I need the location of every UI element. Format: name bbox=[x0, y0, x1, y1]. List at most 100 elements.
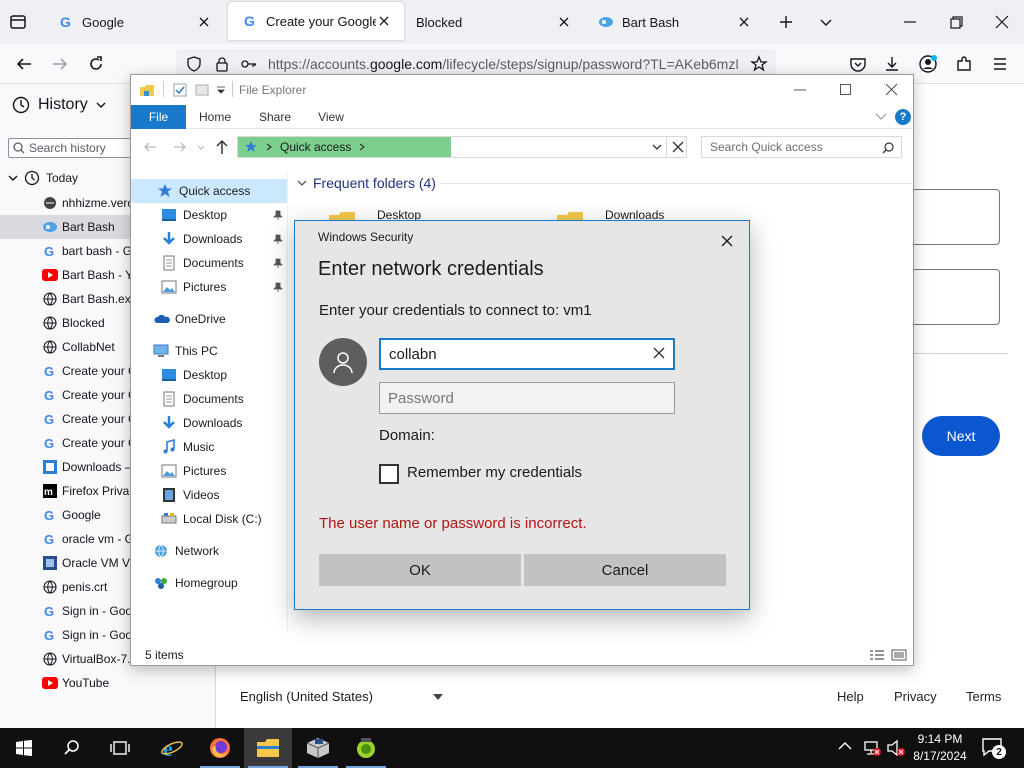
back-arrow-icon[interactable] bbox=[143, 141, 157, 153]
clear-address-x-icon[interactable] bbox=[672, 141, 684, 153]
nav-homegroup[interactable]: Homegroup bbox=[153, 571, 287, 595]
nav-quick-pictures[interactable]: Pictures bbox=[161, 275, 287, 299]
task-view-icon[interactable] bbox=[96, 728, 144, 768]
close-icon[interactable] bbox=[556, 14, 572, 30]
nav-network[interactable]: Network bbox=[153, 539, 287, 563]
reload-icon[interactable] bbox=[84, 52, 108, 76]
tab-bart-bash[interactable]: Bart Bash bbox=[584, 0, 764, 44]
tab-overview-icon[interactable] bbox=[8, 12, 32, 32]
username-input[interactable]: collabn bbox=[379, 338, 675, 370]
taskbar-clock[interactable]: 9:14 PM 8/17/2024 bbox=[905, 731, 975, 765]
file-explorer-taskbar-icon[interactable] bbox=[244, 728, 292, 768]
action-center-icon[interactable]: 2 bbox=[980, 736, 1008, 760]
green-app-icon[interactable] bbox=[342, 728, 390, 768]
nav-pc-downloads[interactable]: Downloads bbox=[161, 411, 287, 435]
list-tabs-chevron-icon[interactable] bbox=[816, 12, 836, 32]
properties-check-icon[interactable] bbox=[173, 83, 187, 97]
large-icons-view-icon[interactable] bbox=[891, 649, 907, 661]
ribbon-tab-file[interactable]: File bbox=[131, 105, 186, 129]
address-breadcrumb[interactable]: Quick access bbox=[238, 137, 451, 157]
tab-create-account[interactable]: G Create your Google Ac bbox=[228, 2, 404, 40]
maximize-icon[interactable] bbox=[839, 83, 853, 97]
history-sidebar-header[interactable]: History bbox=[12, 96, 106, 114]
cancel-button[interactable]: Cancel bbox=[524, 554, 726, 586]
close-icon[interactable] bbox=[885, 83, 899, 97]
virtualbox-icon[interactable] bbox=[294, 728, 342, 768]
nav-pc-desktop[interactable]: Desktop bbox=[161, 363, 287, 387]
explorer-search-input[interactable]: Search Quick access bbox=[701, 136, 902, 158]
nav-pc-videos[interactable]: Videos bbox=[161, 483, 287, 507]
forward-arrow-icon[interactable] bbox=[48, 52, 72, 76]
start-windows-icon[interactable] bbox=[0, 728, 48, 768]
tracking-protection-shield-icon[interactable] bbox=[186, 56, 202, 72]
remember-credentials-checkbox[interactable] bbox=[379, 464, 399, 484]
tab-blocked[interactable]: Blocked bbox=[404, 0, 584, 44]
account-icon[interactable] bbox=[916, 52, 940, 76]
language-selector[interactable]: English (United States) bbox=[240, 689, 443, 704]
nav-pc-music[interactable]: Music bbox=[161, 435, 287, 459]
details-view-icon[interactable] bbox=[869, 649, 885, 661]
minimize-icon[interactable] bbox=[793, 83, 807, 97]
clear-x-icon[interactable] bbox=[653, 347, 665, 359]
history-group-today[interactable]: Today bbox=[8, 170, 78, 186]
quick-access-toolbar-dropdown-icon[interactable] bbox=[216, 86, 226, 94]
new-folder-icon[interactable] bbox=[195, 83, 209, 97]
help-question-icon[interactable]: ? bbox=[895, 109, 911, 125]
bookmark-star-icon[interactable] bbox=[750, 55, 768, 73]
ribbon-tab-share[interactable]: Share bbox=[253, 105, 297, 129]
password-input[interactable]: Password bbox=[379, 382, 675, 414]
nav-quick-documents[interactable]: Documents bbox=[161, 251, 287, 275]
nav-quick-desktop[interactable]: Desktop bbox=[161, 203, 287, 227]
pin-icon[interactable] bbox=[273, 234, 283, 244]
pin-icon[interactable] bbox=[273, 258, 283, 268]
new-tab-plus-icon[interactable] bbox=[776, 12, 796, 32]
history-item[interactable]: YouTube bbox=[0, 671, 215, 695]
minimize-icon[interactable] bbox=[900, 12, 920, 32]
help-link[interactable]: Help bbox=[837, 689, 864, 704]
search-icon[interactable] bbox=[48, 728, 96, 768]
nav-onedrive[interactable]: OneDrive bbox=[153, 307, 287, 331]
network-disconnected-icon[interactable] bbox=[862, 739, 882, 757]
close-window-icon[interactable] bbox=[992, 12, 1012, 32]
firefox-icon[interactable] bbox=[196, 728, 244, 768]
remember-credentials-label[interactable]: Remember my credentials bbox=[407, 464, 582, 481]
lock-icon[interactable] bbox=[214, 56, 230, 72]
close-icon[interactable] bbox=[736, 14, 752, 30]
nav-pc-pictures[interactable]: Pictures bbox=[161, 459, 287, 483]
frequent-folders-header[interactable]: Frequent folders (4) bbox=[297, 175, 436, 191]
nav-pc-documents[interactable]: Documents bbox=[161, 387, 287, 411]
show-hidden-icons-chevron-icon[interactable] bbox=[838, 741, 852, 751]
ok-button[interactable]: OK bbox=[319, 554, 521, 586]
close-icon[interactable] bbox=[196, 14, 212, 30]
forward-arrow-icon[interactable] bbox=[173, 141, 187, 153]
terms-link[interactable]: Terms bbox=[966, 689, 1001, 704]
extensions-puzzle-icon[interactable] bbox=[952, 52, 976, 76]
hamburger-menu-icon[interactable] bbox=[988, 52, 1012, 76]
privacy-link[interactable]: Privacy bbox=[894, 689, 937, 704]
nav-pc-local-disk[interactable]: Local Disk (C:) bbox=[161, 507, 287, 531]
address-dropdown-icon[interactable] bbox=[652, 144, 662, 151]
back-arrow-icon[interactable] bbox=[12, 52, 36, 76]
key-icon[interactable] bbox=[240, 56, 258, 72]
next-button[interactable]: Next bbox=[922, 416, 1000, 456]
tab-google[interactable]: G Google bbox=[44, 0, 224, 44]
recent-locations-chevron-icon[interactable] bbox=[197, 145, 205, 151]
pin-icon[interactable] bbox=[273, 282, 283, 292]
ribbon-tab-view[interactable]: View bbox=[309, 105, 353, 129]
pin-icon[interactable] bbox=[273, 210, 283, 220]
pocket-icon[interactable] bbox=[846, 52, 870, 76]
ribbon-expand-chevron-icon[interactable] bbox=[875, 113, 887, 121]
close-icon[interactable] bbox=[376, 13, 392, 29]
explorer-address-bar[interactable]: Quick access bbox=[237, 136, 687, 158]
nav-quick-downloads[interactable]: Downloads bbox=[161, 227, 287, 251]
close-icon[interactable] bbox=[715, 229, 739, 253]
up-arrow-icon[interactable] bbox=[215, 139, 229, 155]
nav-this-pc[interactable]: This PC bbox=[153, 339, 287, 363]
restore-icon[interactable] bbox=[946, 12, 966, 32]
explorer-title-bar[interactable]: File Explorer bbox=[131, 75, 913, 105]
nav-quick-access[interactable]: Quick access bbox=[131, 179, 287, 203]
ribbon-tab-home[interactable]: Home bbox=[193, 105, 237, 129]
downloads-arrow-icon[interactable] bbox=[880, 52, 904, 76]
internet-explorer-icon[interactable]: e bbox=[148, 728, 196, 768]
volume-muted-icon[interactable] bbox=[886, 739, 906, 757]
